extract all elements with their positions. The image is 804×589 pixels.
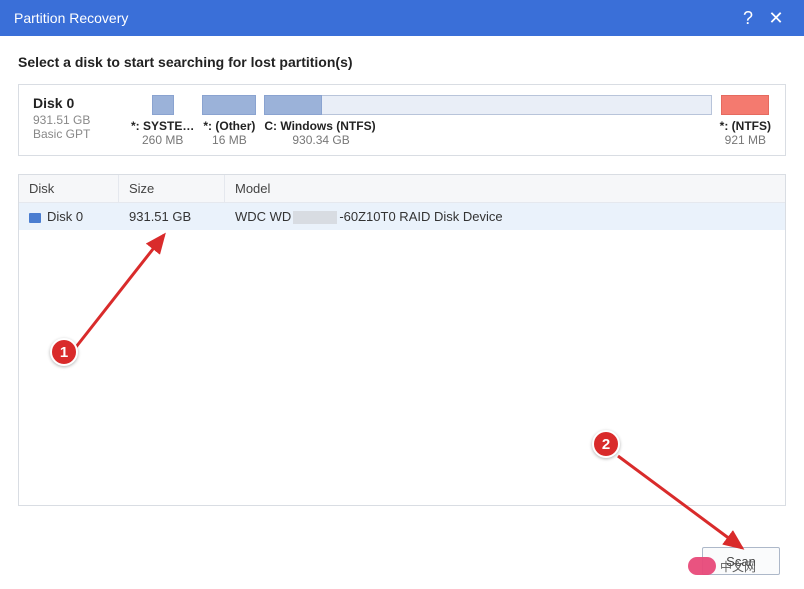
- partition-size: 921 MB: [725, 133, 766, 147]
- model-suffix: -60Z10T0 RAID Disk Device: [339, 209, 502, 224]
- content-area: Select a disk to start searching for los…: [0, 36, 804, 506]
- partition-bar: [202, 95, 256, 115]
- cell-disk-text: Disk 0: [47, 209, 83, 224]
- table-row[interactable]: Disk 0 931.51 GB WDC WD -60Z10T0 RAID Dis…: [19, 203, 785, 230]
- disk-type: Basic GPT: [33, 127, 123, 141]
- partition-bar: [152, 95, 174, 115]
- partition-bar-empty: [322, 95, 711, 115]
- partition-size: 930.34 GB: [292, 133, 349, 147]
- partition-windows[interactable]: C: Windows (NTFS) 930.34 GB: [264, 95, 711, 147]
- watermark-logo-icon: [688, 557, 716, 575]
- window-title: Partition Recovery: [14, 10, 734, 26]
- help-icon[interactable]: ?: [734, 4, 762, 32]
- cell-size: 931.51 GB: [119, 203, 225, 230]
- partition-system[interactable]: *: SYSTE… 260 MB: [131, 95, 194, 147]
- partition-bar: [721, 95, 769, 115]
- partition-label: C: Windows (NTFS): [264, 119, 375, 133]
- watermark: 中文网: [688, 557, 756, 575]
- disk-table: Disk Size Model Disk 0 931.51 GB WDC WD -…: [18, 174, 786, 506]
- column-header-size[interactable]: Size: [119, 175, 225, 202]
- column-header-disk[interactable]: Disk: [19, 175, 119, 202]
- annotation-badge-2: 2: [592, 430, 620, 458]
- cell-model: WDC WD -60Z10T0 RAID Disk Device: [225, 203, 785, 230]
- partition-bar: [264, 95, 322, 115]
- partition-size: 16 MB: [212, 133, 247, 147]
- partition-label: *: SYSTE…: [131, 119, 194, 133]
- disk-icon: [29, 213, 41, 223]
- partition-label: *: (Other): [203, 119, 255, 133]
- disk-map-panel: Disk 0 931.51 GB Basic GPT *: SYSTE… 260…: [18, 84, 786, 156]
- partition-other[interactable]: *: (Other) 16 MB: [202, 95, 256, 147]
- partition-label: *: (NTFS): [720, 119, 771, 133]
- partition-ntfs[interactable]: *: (NTFS) 921 MB: [720, 95, 771, 147]
- instruction-text: Select a disk to start searching for los…: [18, 54, 786, 70]
- partition-size: 260 MB: [142, 133, 183, 147]
- titlebar: Partition Recovery ? ✕: [0, 0, 804, 36]
- model-prefix: WDC WD: [235, 209, 291, 224]
- column-header-model[interactable]: Model: [225, 175, 785, 202]
- disk-label-column: Disk 0 931.51 GB Basic GPT: [33, 95, 123, 141]
- redacted-block: [293, 211, 337, 224]
- disk-row[interactable]: Disk 0 931.51 GB Basic GPT *: SYSTE… 260…: [33, 95, 771, 147]
- disk-name: Disk 0: [33, 95, 123, 111]
- cell-disk: Disk 0: [19, 203, 119, 230]
- table-header: Disk Size Model: [19, 175, 785, 203]
- annotation-badge-1: 1: [50, 338, 78, 366]
- watermark-text: 中文网: [720, 558, 756, 575]
- close-icon[interactable]: ✕: [762, 4, 790, 32]
- disk-total-size: 931.51 GB: [33, 113, 123, 127]
